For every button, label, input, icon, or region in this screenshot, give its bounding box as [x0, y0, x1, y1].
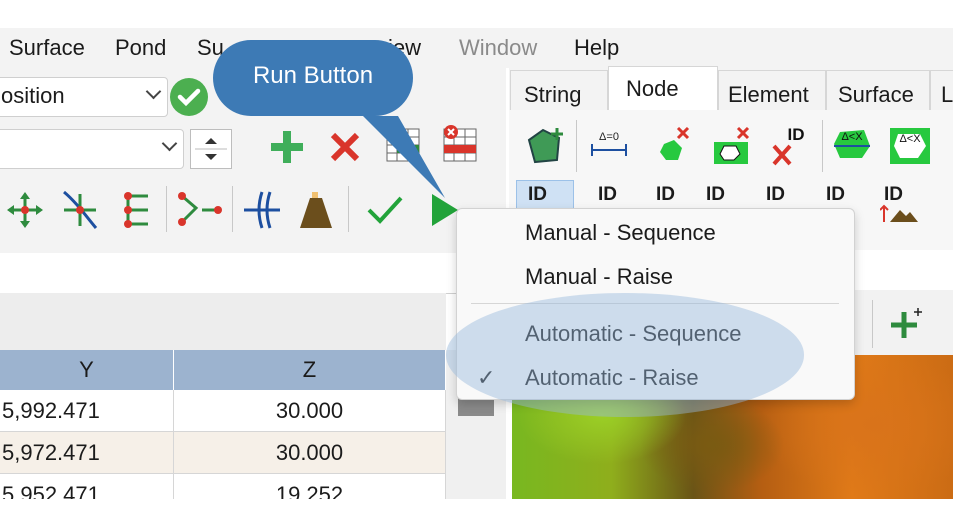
highlight-ellipse	[446, 293, 804, 417]
table-cell[interactable]: 5,952.471	[0, 474, 174, 499]
table-cell[interactable]: 5,992.471	[0, 390, 174, 432]
menu-item-manual-sequence[interactable]: Manual - Sequence	[525, 219, 716, 247]
raise-terrain-icon[interactable]	[880, 204, 920, 224]
callout-label: Run Button	[252, 62, 374, 89]
id-box-label-3[interactable]: ID	[826, 184, 845, 206]
delete-points-box-icon[interactable]	[710, 124, 752, 168]
menu-item-manual-raise[interactable]: Manual - Raise	[525, 263, 673, 291]
filter-bar	[0, 253, 506, 294]
ribbon-separator	[576, 120, 577, 172]
split-node-icon[interactable]	[176, 188, 222, 232]
tab-node[interactable]: Node	[608, 66, 718, 112]
menu-help[interactable]: Help	[574, 34, 619, 62]
add-icon[interactable]	[268, 128, 306, 166]
id-string-label[interactable]: ID	[598, 184, 617, 206]
delete-points-hex-icon[interactable]	[652, 124, 692, 168]
column-header-y[interactable]: Y	[0, 350, 174, 390]
delete-id-icon[interactable]: ID	[770, 122, 814, 168]
check-icon[interactable]	[365, 192, 405, 228]
chevron-down-icon	[145, 83, 162, 100]
intersection-icon[interactable]	[240, 188, 284, 232]
toolbar-separator	[348, 186, 349, 232]
menu-bar: Surface Pond Su iew Window Help	[0, 28, 965, 68]
table-row-partial: 5,952.471 19.252	[0, 474, 446, 499]
id-box-label-4[interactable]: ID	[884, 184, 903, 206]
torn-edge	[0, 499, 965, 507]
column-header-z[interactable]: Z	[174, 350, 446, 390]
pond-profile-icon[interactable]	[296, 188, 336, 232]
tab-surface[interactable]: Surface	[826, 70, 930, 112]
delta-less-label-2: Δ<X	[899, 133, 921, 145]
secondary-combo[interactable]	[0, 129, 184, 169]
menu-pond[interactable]: Pond	[115, 34, 166, 62]
add-view-icon[interactable]	[888, 306, 924, 342]
tab-element[interactable]: Element	[718, 70, 826, 112]
id-box-label-2[interactable]: ID	[766, 184, 785, 206]
spin-stepper[interactable]	[190, 129, 232, 169]
mode-combo-value: osition	[1, 83, 65, 108]
table-cell[interactable]: 30.000	[174, 432, 446, 474]
delete-icon[interactable]	[328, 130, 362, 164]
id-box-label-1[interactable]: ID	[706, 184, 725, 206]
move-node-icon[interactable]	[5, 190, 45, 230]
delta-zero-label: Δ=0	[599, 131, 619, 143]
check-circle-icon[interactable]	[170, 78, 208, 116]
add-node-region-icon[interactable]	[523, 124, 567, 168]
delta-less-label: Δ<X	[841, 131, 863, 143]
id-element-label[interactable]: ID	[656, 184, 675, 206]
toolbar-separator	[232, 186, 233, 232]
menu-surface[interactable]: Surface	[9, 34, 85, 62]
table-delete-icon[interactable]	[442, 123, 478, 165]
align-nodes-icon[interactable]	[120, 190, 154, 230]
snap-node-icon[interactable]	[58, 188, 102, 232]
delta-less-box-icon[interactable]: Δ<X	[888, 124, 932, 166]
id-node-label: ID	[528, 184, 547, 205]
scrollbar-thumb[interactable]	[458, 398, 494, 416]
torn-edge	[953, 0, 965, 507]
table-cell[interactable]: 5,972.471	[0, 432, 174, 474]
toolbar-separator	[166, 186, 167, 232]
view-separator	[872, 300, 873, 348]
menu-window[interactable]: Window	[459, 34, 537, 62]
delta-zero-icon[interactable]: Δ=0	[588, 128, 630, 164]
table-cell[interactable]: 30.000	[174, 390, 446, 432]
mode-combo[interactable]: osition	[0, 77, 168, 117]
table-cell[interactable]: 19.252	[174, 474, 446, 499]
delta-less-hex-icon[interactable]: Δ<X	[830, 124, 874, 164]
id-label: ID	[788, 125, 805, 144]
chevron-down-icon	[161, 135, 178, 152]
table-toolbar	[0, 293, 446, 350]
ribbon-separator	[822, 120, 823, 172]
tab-string[interactable]: String	[510, 70, 608, 112]
